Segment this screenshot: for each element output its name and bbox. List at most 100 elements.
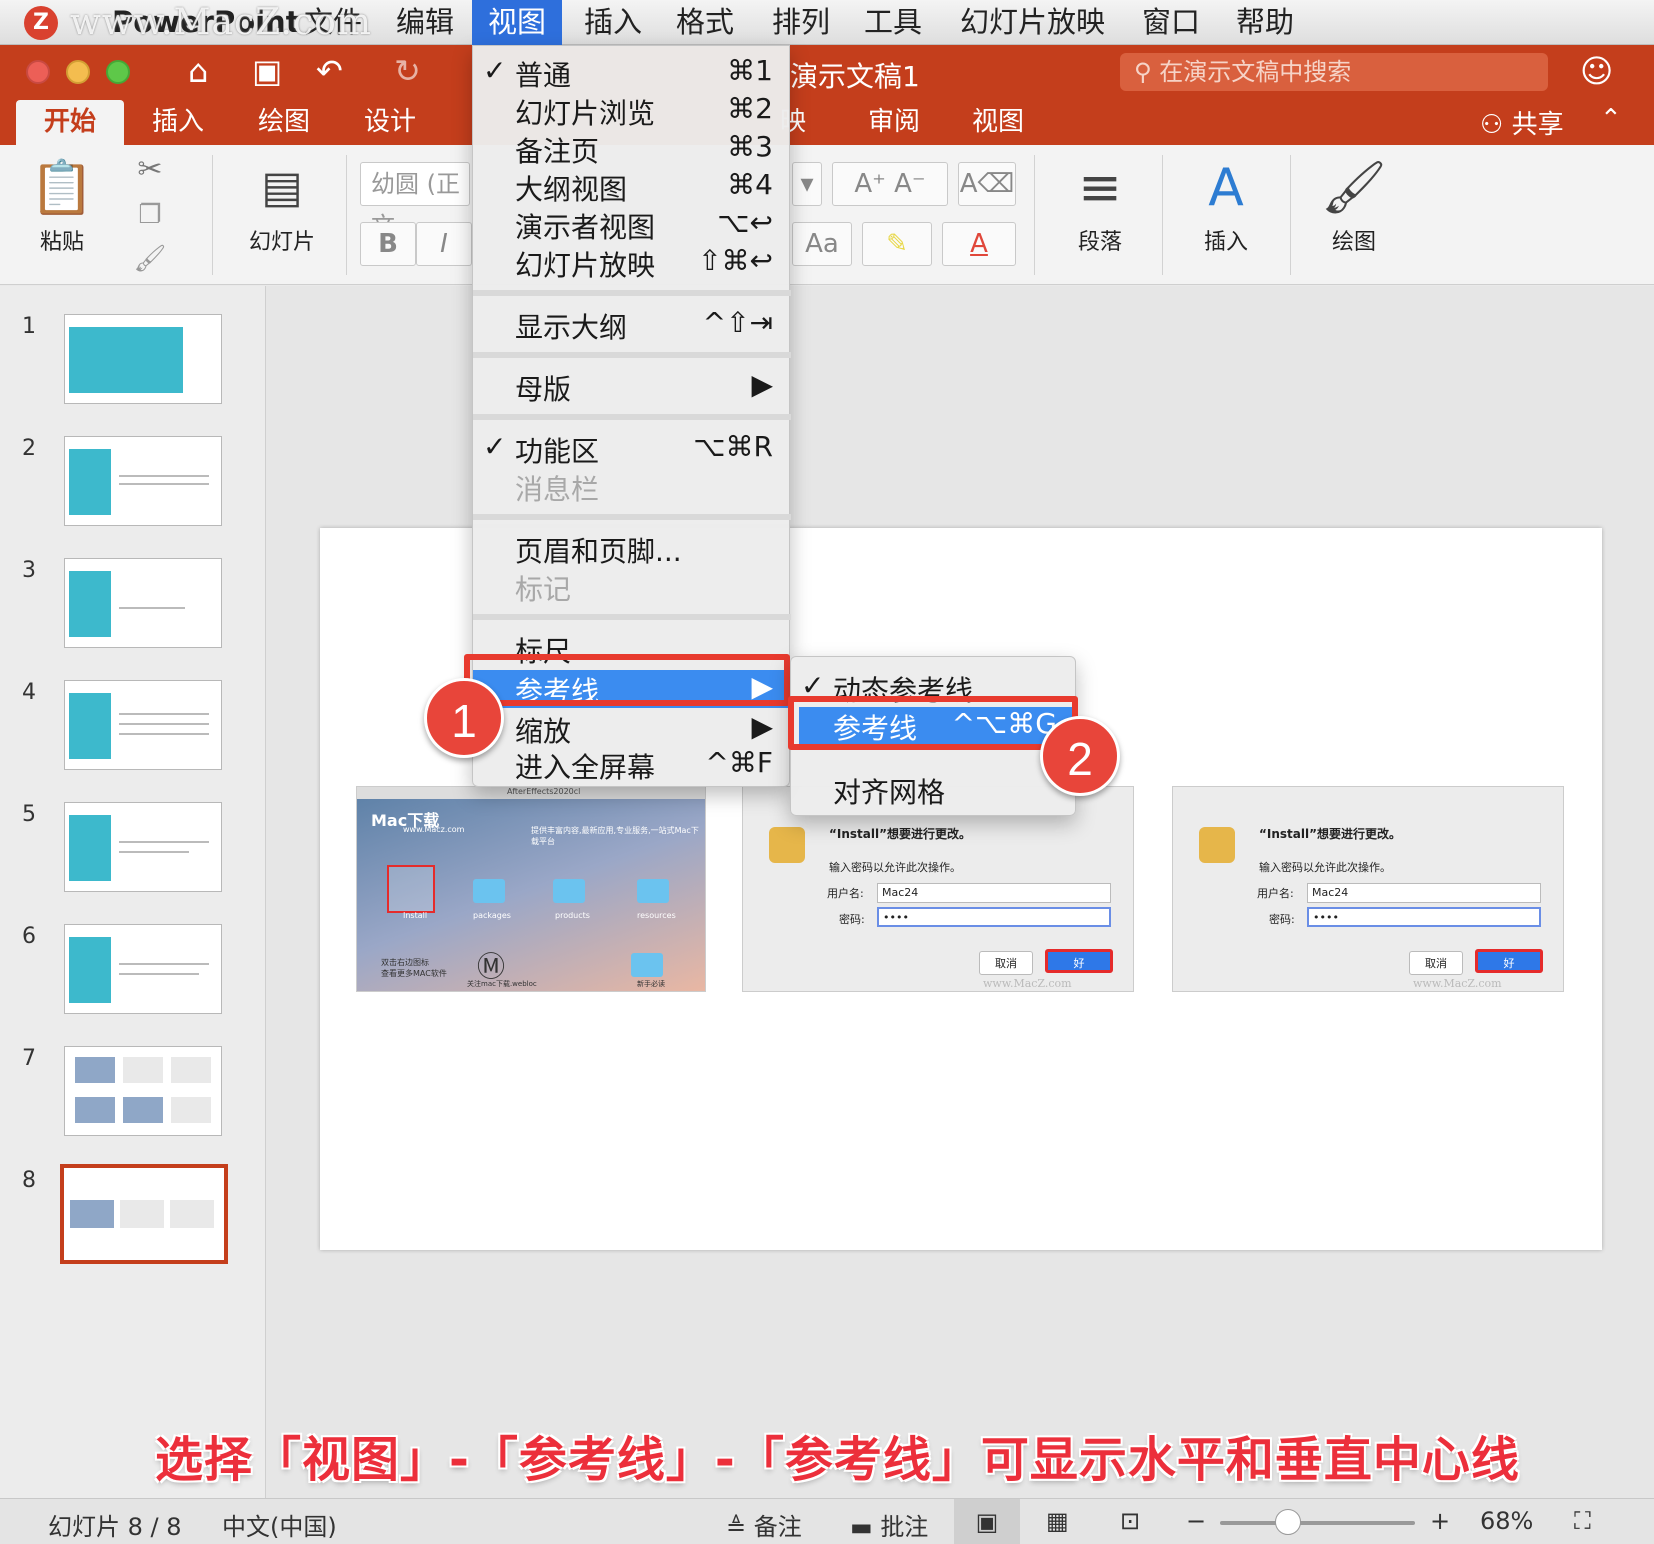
thumbnail-slide-5[interactable] (64, 802, 222, 892)
folder-icon[interactable] (553, 879, 585, 903)
menu-item-slide-sorter[interactable]: 幻灯片浏览 ⌘2 (473, 92, 791, 130)
password-field[interactable]: •••• (877, 907, 1111, 927)
font-name-field[interactable]: 幼圆 (正文 (360, 162, 470, 240)
slide-image-installer-window[interactable]: AfterEffects2020cl Mac下载 www.Macz.com 提供… (356, 786, 706, 992)
thumbnail-slide-7[interactable] (64, 1046, 222, 1136)
thumbnail-slide-1[interactable] (64, 314, 222, 404)
zoom-level[interactable]: 68% (1480, 1507, 1533, 1535)
collapse-ribbon-icon[interactable]: ⌃ (1600, 104, 1622, 134)
highlight-color-icon[interactable]: ✎ (862, 222, 932, 266)
thumbnail-slide-3[interactable] (64, 558, 222, 648)
draw-button[interactable]: 🖌 绘图 (1308, 158, 1400, 256)
menu-item-slideshow[interactable]: 幻灯片放映 ⇧⌘↩ (473, 244, 791, 282)
minimize-window-button[interactable] (66, 60, 90, 84)
change-case-icon[interactable]: Aa (792, 222, 852, 266)
tab-design[interactable]: 设计 (336, 100, 444, 145)
thumbnail-slide-4[interactable] (64, 680, 222, 770)
menu-window[interactable]: 窗口 (1126, 0, 1216, 45)
menu-insert[interactable]: 插入 (568, 0, 658, 45)
password-field[interactable]: •••• (1307, 907, 1541, 927)
notes-button[interactable]: ≜ 备注 (726, 1507, 802, 1542)
menu-item-show-outline[interactable]: 显示大纲 ^⇧⇥ (473, 306, 791, 344)
install-icon[interactable] (387, 865, 435, 913)
tab-review[interactable]: 审阅 (840, 100, 948, 145)
zoom-in-icon[interactable]: + (1430, 1507, 1450, 1535)
menu-item-normal[interactable]: ✓ 普通 ⌘1 (473, 54, 791, 92)
cut-icon[interactable]: ✂ (130, 152, 170, 187)
thumbnail-slide-8[interactable] (60, 1164, 228, 1264)
add-person-icon: ⚇ (1480, 110, 1512, 140)
clear-formatting-icon[interactable]: A⌫ (958, 162, 1016, 206)
thumbnail-number: 1 (22, 314, 36, 339)
tab-draw[interactable]: 绘图 (230, 100, 338, 145)
format-painter-icon[interactable]: 🖌 (130, 244, 170, 274)
zoom-slider[interactable] (1220, 1521, 1415, 1525)
menu-item-shortcut: ⌥⌘R (693, 430, 773, 463)
cancel-button[interactable]: 取消 (1409, 951, 1463, 975)
menu-item-notes-page[interactable]: 备注页 ⌘3 (473, 130, 791, 168)
zoom-slider-handle[interactable] (1275, 1509, 1302, 1535)
font-size-dropdown[interactable]: ▾ (792, 162, 822, 206)
menu-slideshow[interactable]: 幻灯片放映 (944, 0, 1121, 45)
tab-insert[interactable]: 插入 (124, 100, 232, 145)
share-button[interactable]: ⚇ 共享 (1480, 104, 1564, 141)
new-slide-button[interactable]: ▤ 幻灯片 (234, 158, 330, 256)
menu-item-master[interactable]: 母版 ▶ (473, 368, 791, 406)
menu-item-zoom[interactable]: 缩放 ▶ (473, 710, 791, 748)
menu-arrange[interactable]: 排列 (756, 0, 846, 45)
folder-icon[interactable] (473, 879, 505, 903)
zoom-out-icon[interactable]: − (1186, 1507, 1206, 1535)
reading-view-icon[interactable]: ⊡ (1120, 1507, 1140, 1535)
menu-item-outline-view[interactable]: 大纲视图 ⌘4 (473, 168, 791, 206)
search-input[interactable]: ⚲ 在演示文稿中搜索 (1120, 53, 1548, 91)
slide-sorter-icon[interactable]: ▦ (1046, 1507, 1069, 1535)
menu-item-shortcut: ⌥↩ (717, 206, 773, 239)
tab-home[interactable]: 开始 (16, 100, 125, 145)
insert-button[interactable]: A 插入 (1180, 158, 1272, 256)
username-field[interactable]: Mac24 (877, 883, 1111, 903)
redo-icon[interactable]: ↻ (394, 52, 421, 90)
zoom-window-button[interactable] (106, 60, 130, 84)
fit-to-window-icon[interactable]: ⛶ (1574, 1507, 1591, 1535)
menu-help[interactable]: 帮助 (1220, 0, 1310, 45)
comments-button[interactable]: ▬ 批注 (850, 1507, 928, 1542)
copy-icon[interactable]: ❐ (130, 200, 170, 230)
folder-icon[interactable] (637, 879, 669, 903)
app-logo-icon[interactable]: Z (24, 6, 58, 40)
menu-item-ribbon[interactable]: ✓ 功能区 ⌥⌘R (473, 430, 791, 468)
tab-view[interactable]: 视图 (944, 100, 1052, 145)
paste-button[interactable]: 📋 粘贴 (22, 158, 102, 256)
menu-item-label: 备注页 (515, 135, 600, 168)
paragraph-label: 段落 (1077, 230, 1122, 255)
italic-button[interactable]: I (416, 222, 472, 266)
font-color-icon[interactable]: A (942, 222, 1016, 266)
menu-edit[interactable]: 编辑 (380, 0, 470, 45)
menu-item-fullscreen[interactable]: 进入全屏幕 ^⌘F (473, 746, 791, 784)
menu-tools[interactable]: 工具 (848, 0, 938, 45)
ok-button[interactable]: 好 (1475, 949, 1543, 973)
menu-format[interactable]: 格式 (660, 0, 750, 45)
normal-view-icon[interactable]: ▣ (954, 1499, 1020, 1544)
font-size-buttons[interactable]: A⁺ A⁻ (832, 162, 948, 206)
language-indicator[interactable]: 中文(中国) (222, 1507, 337, 1542)
thumbnail-slide-6[interactable] (64, 924, 222, 1014)
paragraph-button[interactable]: ≡ 段落 (1054, 158, 1146, 256)
feedback-smiley-icon[interactable]: ☺ (1580, 52, 1613, 90)
ok-button[interactable]: 好 (1045, 949, 1113, 973)
menu-item-header-footer[interactable]: 页眉和页脚... (473, 530, 791, 568)
thumbnail-slide-2[interactable] (64, 436, 222, 526)
undo-icon[interactable]: ↶ (316, 52, 343, 90)
slide-image-password-dialog[interactable]: “Install”想要进行更改。 输入密码以允许此次操作。 用户名: Mac24… (742, 786, 1134, 992)
menu-view[interactable]: 视图 (472, 0, 563, 45)
slide-image-password-dialog[interactable]: “Install”想要进行更改。 输入密码以允许此次操作。 用户名: Mac24… (1172, 786, 1564, 992)
close-window-button[interactable] (26, 60, 50, 84)
menu-item-presenter-view[interactable]: 演示者视图 ⌥↩ (473, 206, 791, 244)
bold-button[interactable]: B (360, 222, 416, 266)
ribbon-divider (1290, 155, 1291, 275)
folder-icon[interactable] (631, 953, 663, 977)
home-icon[interactable]: ⌂ (188, 52, 208, 90)
cancel-button[interactable]: 取消 (979, 951, 1033, 975)
submenu-item-snap-to-grid[interactable]: 对齐网格 (791, 771, 1077, 809)
username-field[interactable]: Mac24 (1307, 883, 1541, 903)
save-icon[interactable]: ▣ (252, 52, 282, 90)
